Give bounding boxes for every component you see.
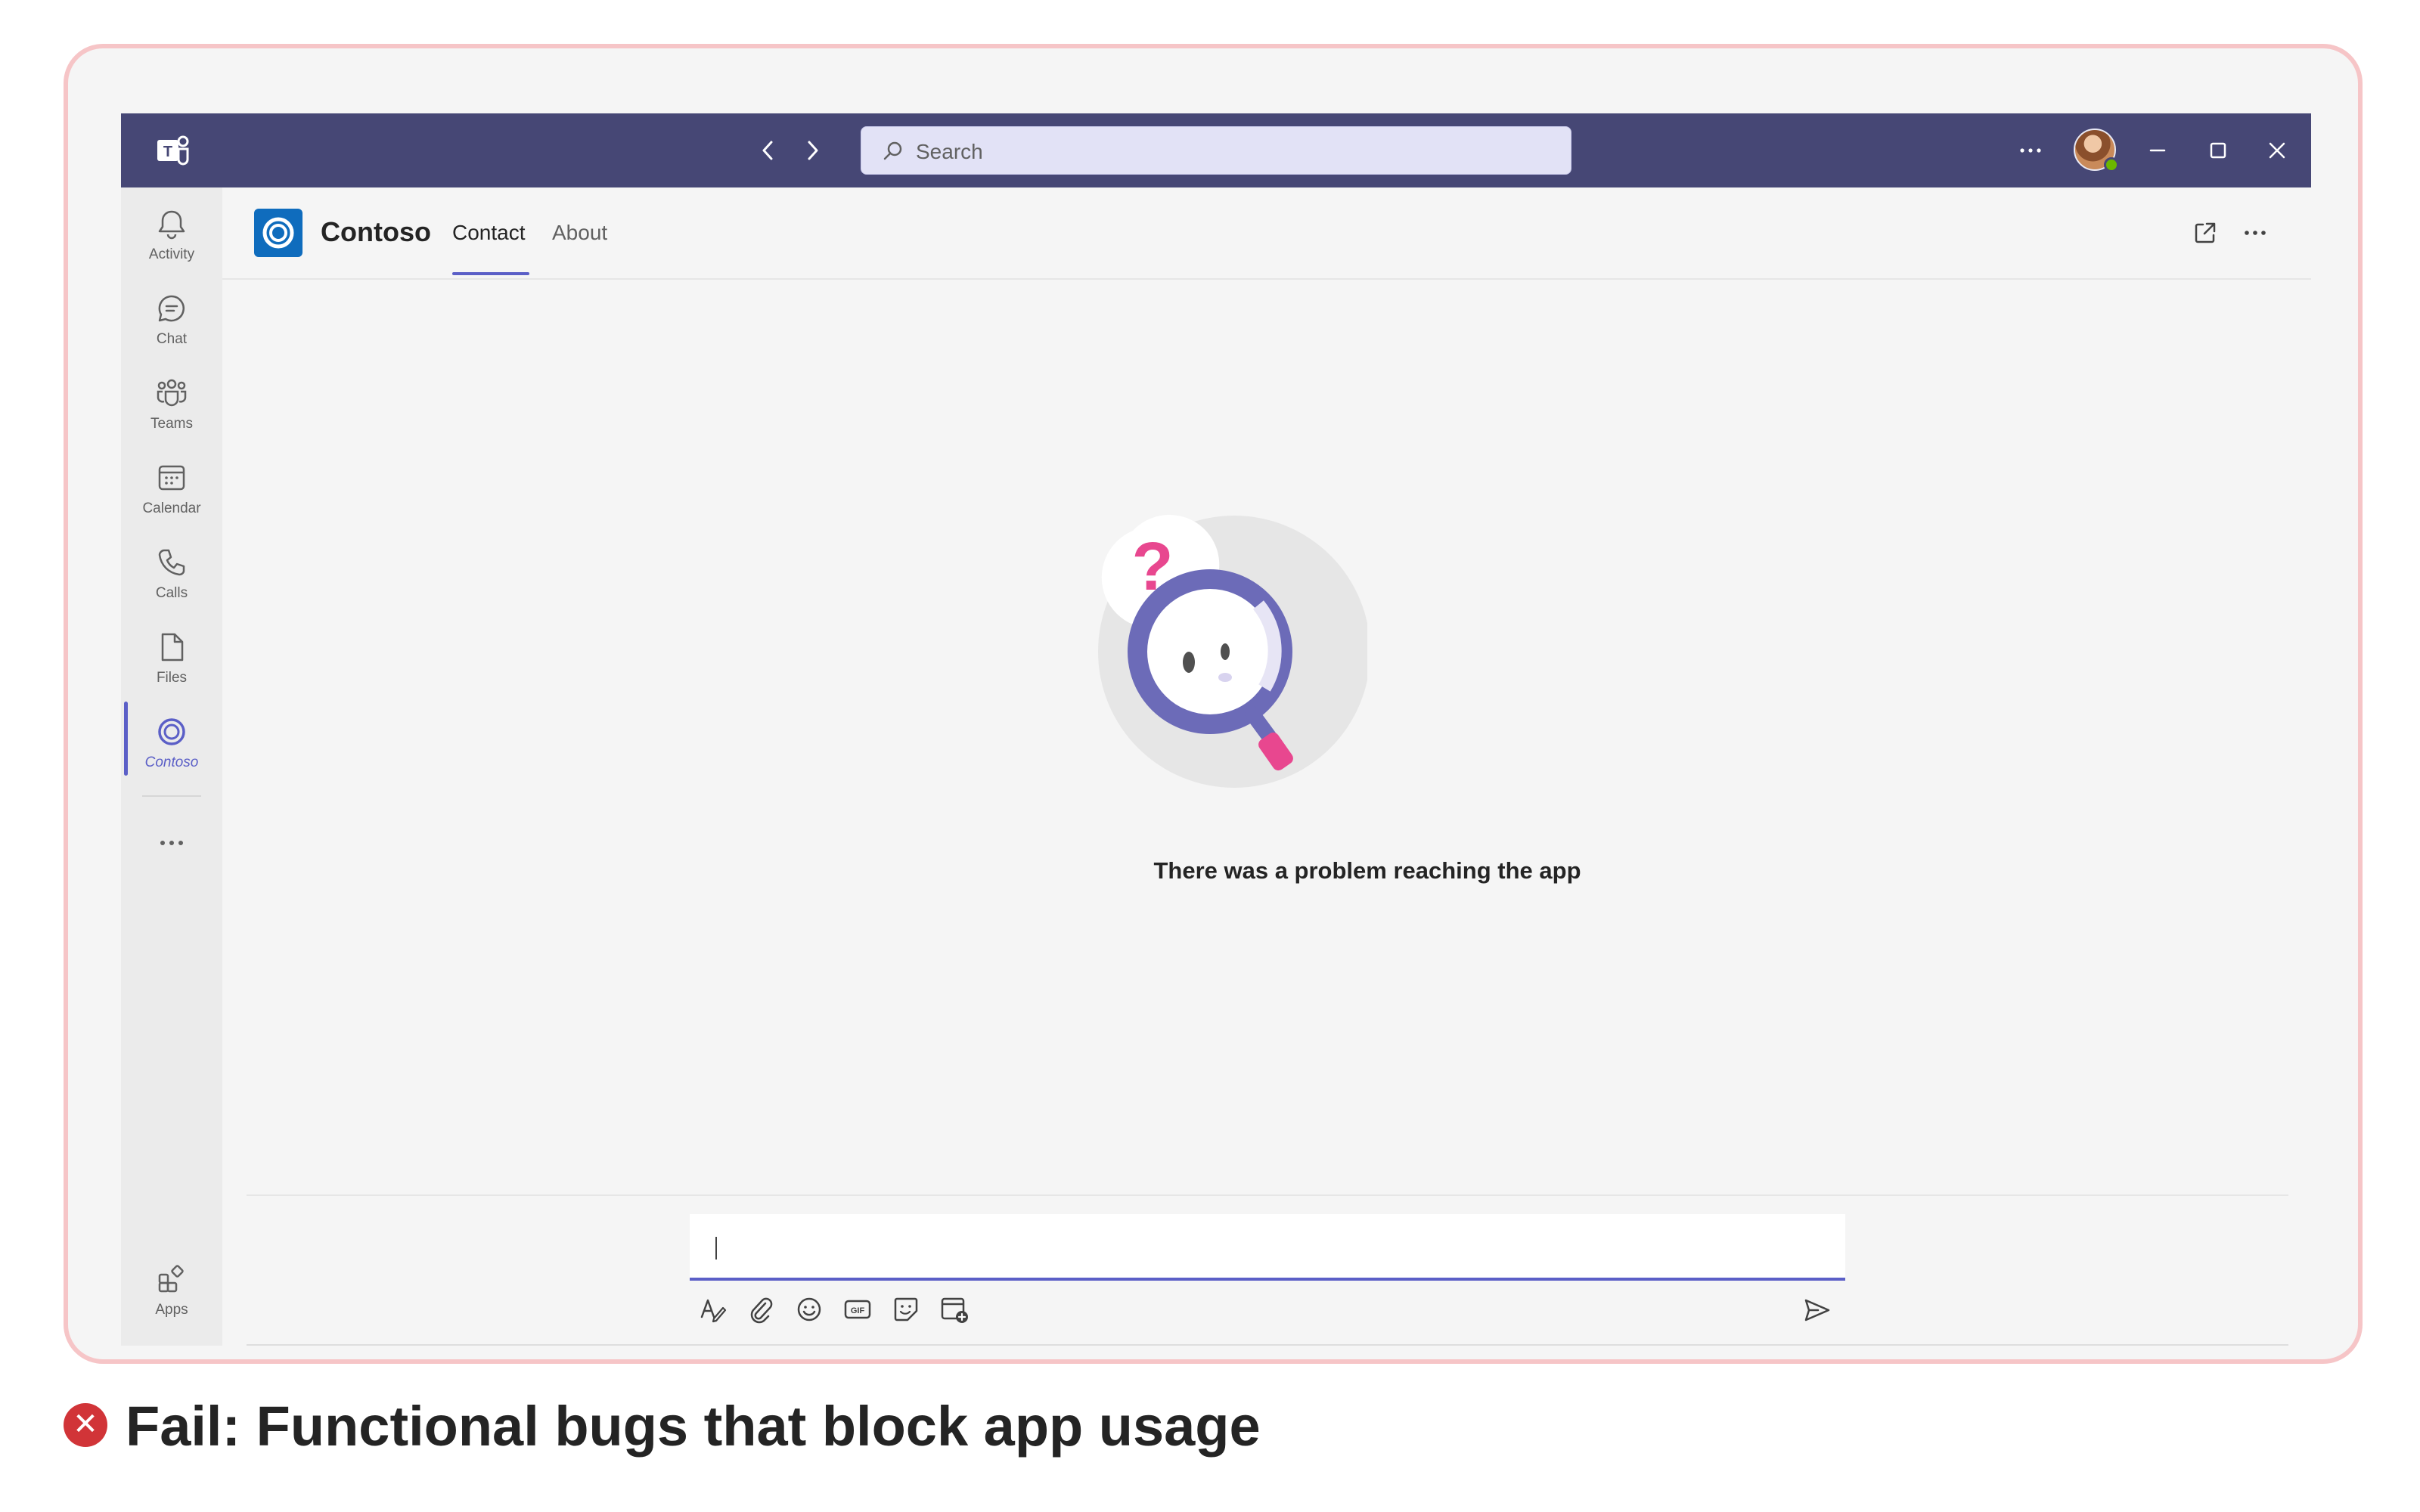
rail-divider <box>142 795 201 797</box>
emoji-icon[interactable] <box>794 1294 824 1325</box>
teams-logo-icon: T <box>157 135 189 166</box>
schedule-meeting-icon[interactable] <box>939 1294 970 1325</box>
app-title: Contoso <box>321 216 431 247</box>
sticker-icon[interactable] <box>891 1294 921 1325</box>
rail-item-calls[interactable]: Calls <box>121 546 222 621</box>
rail-label-contoso: Contoso <box>144 754 199 770</box>
more-options-icon[interactable] <box>2015 135 2046 166</box>
apps-icon <box>158 1265 184 1293</box>
rail-item-activity[interactable]: Activity <box>121 207 222 283</box>
popout-icon[interactable] <box>2192 219 2219 246</box>
presence-available-icon <box>2104 157 2119 172</box>
compose-message-input[interactable] <box>690 1214 1845 1281</box>
header-divider <box>222 278 2311 280</box>
rail-item-teams[interactable]: Teams <box>121 376 222 452</box>
gif-icon[interactable]: GIF <box>842 1294 873 1325</box>
error-illustration: ? <box>1098 515 1367 788</box>
rail-label-calendar: Calendar <box>142 500 201 516</box>
contoso-logo-icon <box>262 217 294 249</box>
fail-icon: ✕ <box>64 1403 107 1447</box>
more-apps-icon[interactable] <box>154 832 189 854</box>
rail-item-files[interactable]: Files <box>121 631 222 706</box>
search-icon <box>883 141 902 160</box>
rail-label-apps: Apps <box>155 1302 188 1318</box>
search-input[interactable]: Search <box>861 126 1571 175</box>
file-icon <box>161 633 184 662</box>
attach-icon[interactable] <box>746 1294 776 1325</box>
svg-text:T: T <box>163 144 172 160</box>
tab-about[interactable]: About <box>552 221 607 245</box>
caption-text: Fail: Functional bugs that block app usa… <box>126 1395 1261 1458</box>
format-icon[interactable] <box>697 1294 728 1325</box>
rail-label-activity: Activity <box>148 246 195 262</box>
search-placeholder: Search <box>916 140 983 163</box>
rail-item-contoso[interactable]: Contoso <box>121 715 222 791</box>
rail-label-calls: Calls <box>155 585 188 601</box>
phone-icon <box>158 549 185 576</box>
text-caret <box>715 1237 717 1259</box>
title-bar: T Search <box>121 113 2311 187</box>
maximize-icon[interactable] <box>2202 135 2234 166</box>
app-rail: Activity Chat Teams Calendar Calls Files… <box>121 187 222 1346</box>
calendar-icon <box>158 465 185 491</box>
chat-icon <box>158 295 185 322</box>
bell-icon <box>158 210 185 240</box>
close-icon[interactable] <box>2261 135 2293 166</box>
active-tab-indicator <box>452 272 529 275</box>
minimize-icon[interactable] <box>2142 135 2173 166</box>
rail-item-chat[interactable]: Chat <box>121 292 222 367</box>
back-arrow-icon[interactable] <box>753 135 783 166</box>
rail-label-chat: Chat <box>156 331 188 347</box>
forward-arrow-icon[interactable] <box>797 135 827 166</box>
svg-text:GIF: GIF <box>851 1306 865 1315</box>
content-divider <box>247 1194 2288 1196</box>
teams-window: T Search Activity Chat Teams Calendar Ca… <box>121 113 2311 1346</box>
contoso-icon <box>158 718 185 745</box>
send-icon[interactable] <box>1801 1294 1833 1326</box>
rail-item-calendar[interactable]: Calendar <box>121 461 222 537</box>
rail-label-teams: Teams <box>150 416 193 432</box>
more-options-icon[interactable] <box>2240 218 2270 248</box>
error-message: There was a problem reaching the app <box>1153 857 1581 884</box>
bottom-divider <box>247 1344 2288 1346</box>
teams-icon <box>157 379 187 407</box>
tab-contact[interactable]: Contact <box>452 221 526 245</box>
rail-label-files: Files <box>156 670 188 686</box>
contoso-app-icon <box>254 209 302 257</box>
rail-item-apps[interactable]: Apps <box>121 1263 222 1338</box>
